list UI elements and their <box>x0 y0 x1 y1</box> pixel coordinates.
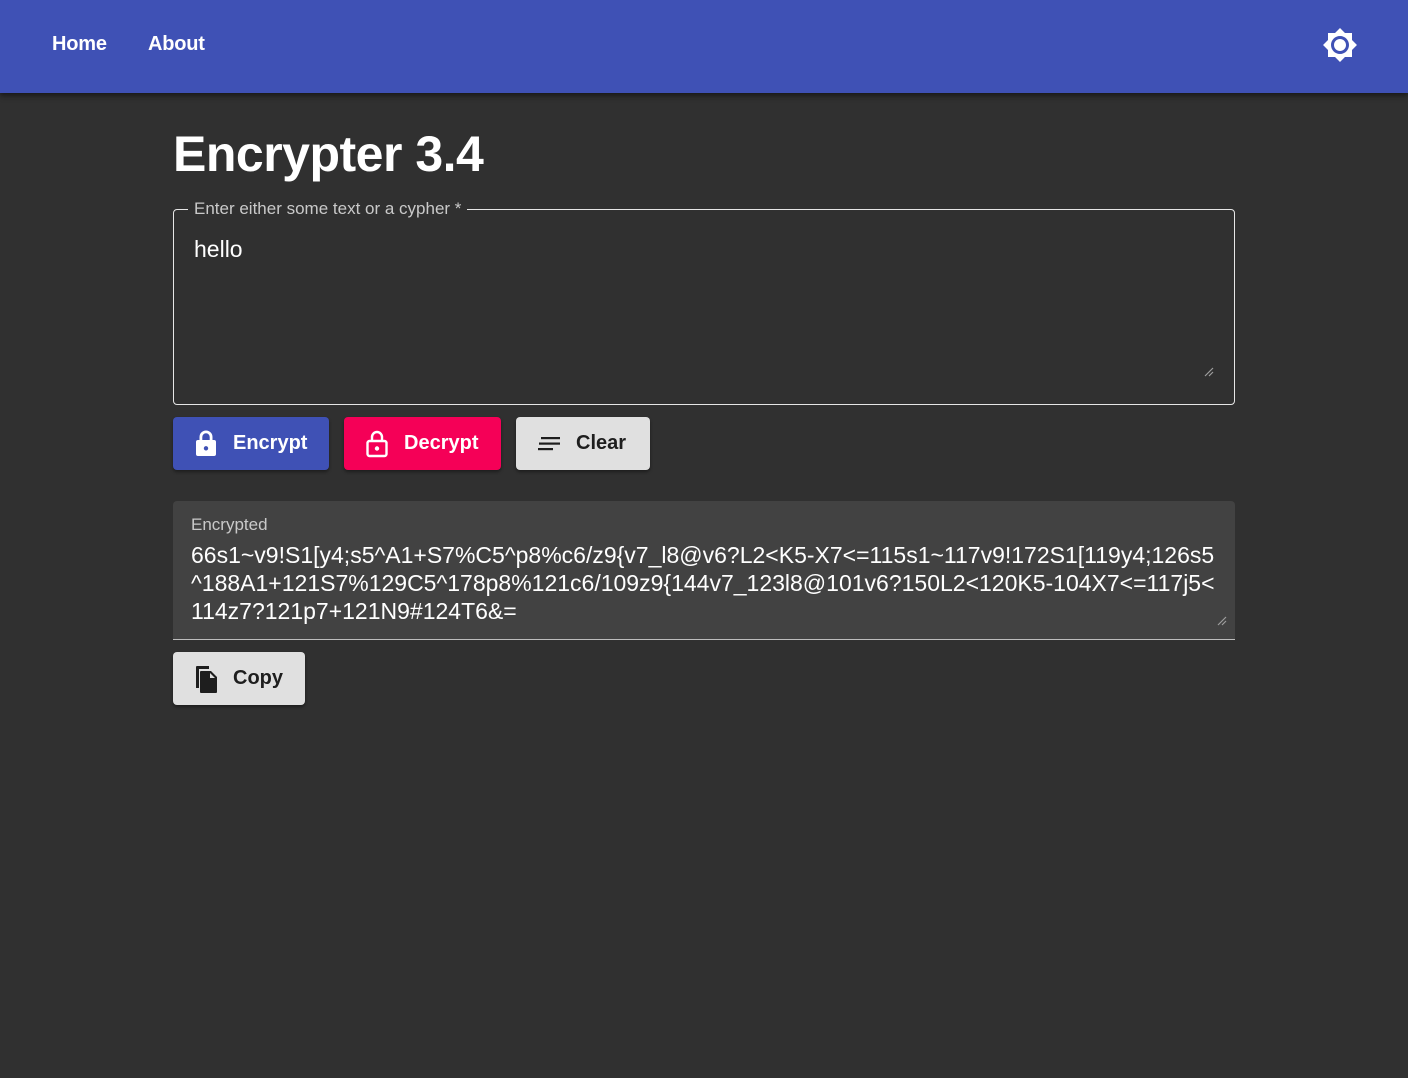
copy-button-label: Copy <box>233 667 283 689</box>
encrypted-output-field[interactable]: Encrypted 66s1~v9!S1[y4;s5^A1+S7%C5^p8%c… <box>173 501 1235 640</box>
lock-icon <box>194 430 218 458</box>
encrypted-output-value[interactable]: 66s1~v9!S1[y4;s5^A1+S7%C5^p8%c6/z9{v7_l8… <box>191 541 1217 625</box>
clear-button[interactable]: Clear <box>516 417 650 470</box>
text-input-field[interactable]: Enter either some text or a cypher * hel… <box>173 199 1235 405</box>
encrypt-button[interactable]: Encrypt <box>173 417 329 470</box>
clear-button-label: Clear <box>576 432 627 454</box>
text-input-label: Enter either some text or a cypher * <box>188 199 468 219</box>
page-title: Encrypter 3.4 <box>173 126 484 182</box>
brightness-icon <box>1323 28 1357 62</box>
resize-grip-icon[interactable] <box>1215 614 1227 626</box>
nav-about-link[interactable]: About <box>148 33 205 56</box>
nav-home-link[interactable]: Home <box>52 33 107 56</box>
lock-open-icon <box>364 429 390 459</box>
encrypt-button-label: Encrypt <box>233 432 308 454</box>
text-input-value[interactable]: hello <box>194 236 243 263</box>
theme-toggle-button[interactable] <box>1318 23 1362 67</box>
app-bar: Home About <box>0 0 1408 93</box>
resize-grip-icon[interactable] <box>1202 365 1214 377</box>
decrypt-button-label: Decrypt <box>404 432 479 454</box>
decrypt-button[interactable]: Decrypt <box>344 417 501 470</box>
encrypted-output-label: Encrypted <box>191 515 268 534</box>
short-text-icon <box>536 436 562 452</box>
copy-icon <box>193 664 219 694</box>
copy-button[interactable]: Copy <box>173 652 305 705</box>
